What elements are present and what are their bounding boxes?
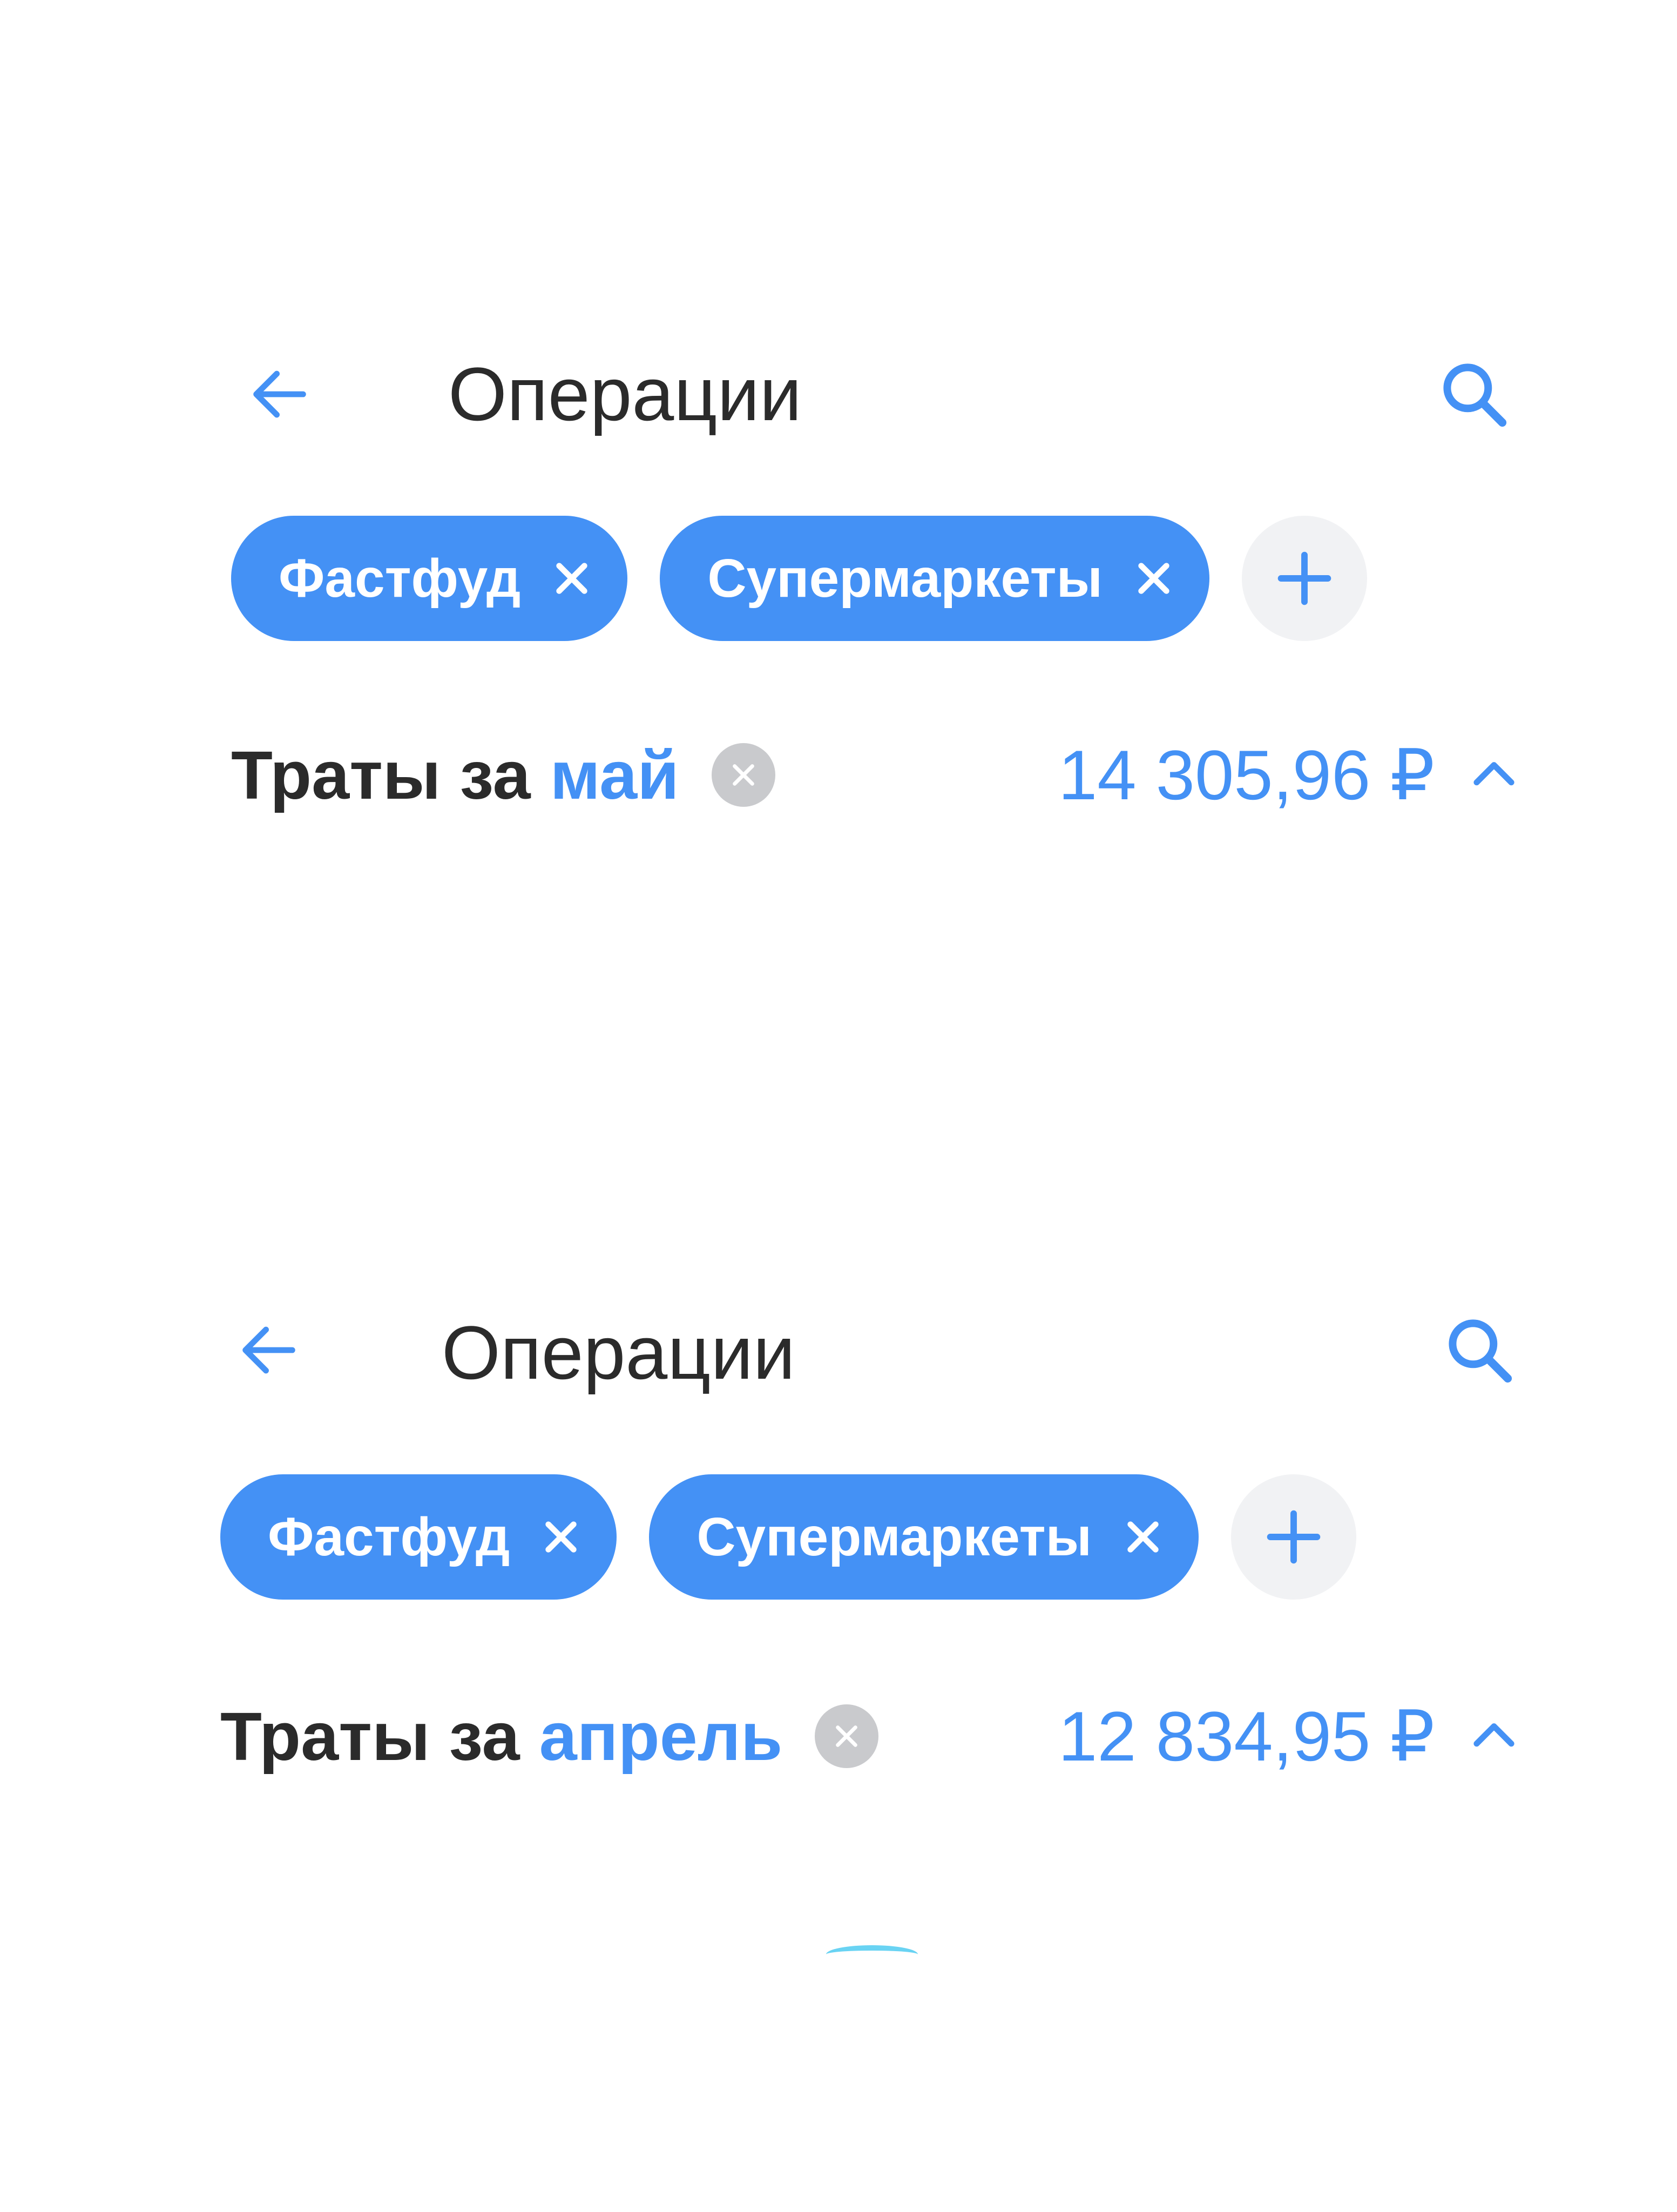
spending-summary: Траты за апрель (220, 1688, 879, 1785)
filter-chip-fastfood[interactable]: Фастфуд (220, 1474, 617, 1600)
period-selector[interactable]: апрель (539, 1697, 783, 1776)
spending-summary: Траты за май (231, 726, 775, 824)
arrow-left-icon (242, 1326, 295, 1374)
spending-amount: 14 305,96 ₽ (1058, 726, 1532, 824)
summary-label: Траты за (231, 737, 531, 813)
page-title: Операции (442, 1310, 795, 1395)
period-selector[interactable]: май (550, 736, 679, 814)
collapse-button[interactable] (1456, 737, 1532, 813)
loading-indicator (826, 1945, 918, 1964)
clear-circle-icon (836, 1725, 858, 1747)
plus-icon (1267, 1510, 1321, 1564)
close-icon[interactable] (1113, 1507, 1173, 1567)
filter-chips: Фастфуд Супермаркеты (220, 1474, 1357, 1600)
filter-chip-supermarkets[interactable]: Супермаркеты (649, 1474, 1199, 1600)
chevron-up-icon (1473, 762, 1514, 786)
summary-label: Траты за (220, 1698, 520, 1775)
search-button[interactable] (1431, 1301, 1528, 1399)
spending-amount: 12 834,95 ₽ (1058, 1688, 1532, 1785)
collapse-button[interactable] (1456, 1698, 1532, 1774)
close-icon[interactable] (531, 1507, 591, 1567)
clear-period-button[interactable] (815, 1704, 879, 1768)
operations-screen-april: Операции Фастфуд Супермаркеты Траты за а (0, 0, 1677, 1951)
amount-value: 12 834,95 ₽ (1058, 1697, 1435, 1776)
search-icon (1449, 1319, 1512, 1383)
back-button[interactable] (220, 1301, 317, 1399)
clear-period-button[interactable] (711, 743, 775, 807)
amount-value: 14 305,96 ₽ (1058, 736, 1435, 814)
filter-chip-label: Фастфуд (268, 1507, 510, 1567)
add-filter-button[interactable] (1231, 1474, 1357, 1600)
clear-circle-icon (732, 764, 754, 786)
chevron-up-icon (1473, 1723, 1514, 1747)
filter-chip-label: Супермаркеты (697, 1507, 1092, 1567)
